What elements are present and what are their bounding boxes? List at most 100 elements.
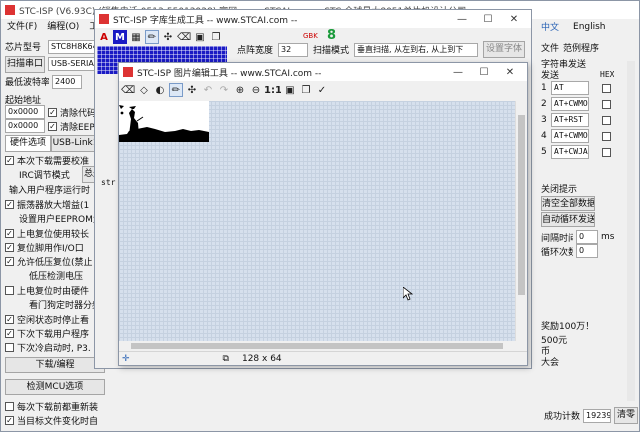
dot-width-select[interactable]: 32 <box>278 42 309 57</box>
reload-before-download-checkbox[interactable] <box>5 402 14 411</box>
vertical-scrollbar[interactable] <box>515 101 527 341</box>
image-tool-window: STC-ISP 图片编辑工具 -- www.STCAI.com -- — ☐ ✕ ⌫… <box>118 62 528 366</box>
success-count-field: 19239 <box>583 408 612 423</box>
zoom-ratio-button[interactable]: 1:1 <box>265 83 281 97</box>
lang-english[interactable]: English <box>573 22 606 32</box>
confirm-icon[interactable]: ✓ <box>315 83 329 97</box>
option-checkbox[interactable]: ✓ <box>5 155 14 165</box>
option-checkbox[interactable]: ✓ <box>5 256 14 266</box>
image-size-label: 128 x 64 <box>241 353 282 364</box>
addr-field-2[interactable]: 0x0000 <box>5 119 45 133</box>
baud-select[interactable]: 2400 <box>52 74 82 89</box>
horizontal-scrollbar[interactable] <box>119 341 515 351</box>
option-label: IRC调节模式 <box>19 171 70 181</box>
hex-checkbox[interactable] <box>602 99 611 109</box>
option-checkbox[interactable]: ✓ <box>5 242 14 252</box>
cmd-field[interactable]: AT+CWMOD <box>551 129 589 143</box>
maximize-icon[interactable]: ☐ <box>475 14 501 25</box>
menu-file[interactable]: 文件(F) <box>7 19 37 32</box>
save-icon[interactable]: ▣ <box>283 83 297 97</box>
lang-chinese[interactable]: 中文 <box>541 20 559 33</box>
rect-select-icon[interactable]: ◇ <box>137 83 151 97</box>
mono-m-icon[interactable]: M <box>113 30 127 44</box>
hex-checkbox[interactable] <box>602 83 611 93</box>
hex-checkbox[interactable] <box>602 131 611 141</box>
copy-icon[interactable]: ❐ <box>299 83 313 97</box>
auto-loop-send-button[interactable]: 自动循环发送 <box>541 212 595 227</box>
gbk-icon[interactable]: GBK <box>303 32 318 40</box>
undo-icon[interactable]: ↶ <box>201 83 215 97</box>
right-scrollbar[interactable] <box>627 61 635 401</box>
clear-count-button[interactable]: 清零 <box>614 407 639 424</box>
image-status-bar: ✛ ⧉ 128 x 64 <box>119 351 527 365</box>
image-thumbnail <box>119 101 209 142</box>
grid-icon[interactable]: ▦ <box>129 30 143 44</box>
font-a-icon[interactable]: A <box>97 30 111 44</box>
mouse-cursor-icon <box>403 287 413 301</box>
option-checkbox[interactable]: ✓ <box>5 228 14 238</box>
tab-examples[interactable]: 范例程序 <box>563 41 599 54</box>
set-font-button[interactable]: 设置字体 <box>483 41 526 58</box>
pencil-icon[interactable]: ✏ <box>169 83 183 97</box>
eraser-icon[interactable]: ⌫ <box>121 83 135 97</box>
option-checkbox[interactable]: ✓ <box>5 199 14 209</box>
eight-icon[interactable]: 8 <box>327 28 336 43</box>
close-tip-label: 关闭提示 <box>541 185 578 195</box>
option-checkbox[interactable]: ✓ <box>5 328 14 338</box>
language-switch: 中文 English <box>541 20 606 34</box>
detect-mcu-button[interactable]: 检测MCU选项 <box>5 379 105 395</box>
hex-checkbox[interactable] <box>602 147 611 157</box>
minimize-icon[interactable]: — <box>445 67 471 78</box>
close-icon[interactable]: ✕ <box>497 67 523 78</box>
cmd-field[interactable]: AT+CWJAP <box>551 145 589 159</box>
loop-count-label: 循环次数 <box>541 247 573 258</box>
move-icon: ✛ <box>122 353 130 364</box>
main-menubar: 文件(F) 编程(O) 工 <box>7 19 98 32</box>
copy-icon[interactable]: ❐ <box>209 30 223 44</box>
hex-checkbox[interactable] <box>602 115 611 125</box>
zoom-in-icon[interactable]: ⊕ <box>233 83 247 97</box>
right-tabs: 文件 范例程序 <box>541 41 599 54</box>
interval-field[interactable]: 0 <box>576 230 598 244</box>
font-options-row: 点阵宽度 32 扫描模式 垂直扫描, 从左到右, 从上到下 设置字体 <box>237 41 526 58</box>
move-icon[interactable]: ✣ <box>185 83 199 97</box>
save-icon[interactable]: ▣ <box>193 30 207 44</box>
loop-count-field[interactable]: 0 <box>576 244 598 258</box>
download-program-button[interactable]: 下载/编程 <box>5 357 105 373</box>
tab-hardware-options[interactable]: 硬件选项 <box>5 135 51 152</box>
eraser-icon[interactable]: ⌫ <box>177 30 191 44</box>
baud-label: 最低波特率 <box>5 78 49 88</box>
cmd-field[interactable]: AT <box>551 81 589 95</box>
option-checkbox[interactable]: ✓ <box>5 314 14 324</box>
send-col-label: 发送 <box>541 71 560 81</box>
tab-file[interactable]: 文件 <box>541 41 559 54</box>
font-tool-titlebar: STC-ISP 字库生成工具 -- www.STCAI.com -- — ☐ ✕ <box>95 10 531 28</box>
fill-icon[interactable]: ◐ <box>153 83 167 97</box>
maximize-icon[interactable]: ☐ <box>471 67 497 78</box>
auto-reload-checkbox[interactable]: ✓ <box>5 416 14 425</box>
font-toolbar: A M ▦ ✏ ✣ ⌫ ▣ ❐ <box>97 28 229 46</box>
pencil-icon[interactable]: ✏ <box>145 30 159 44</box>
reload-label: 每次下载前都重新装 <box>17 403 99 413</box>
close-icon[interactable]: ✕ <box>501 14 527 25</box>
move-icon[interactable]: ✣ <box>161 30 175 44</box>
option-checkbox[interactable] <box>5 342 14 352</box>
vertical-scroll-thumb[interactable] <box>518 115 525 295</box>
zoom-out-icon[interactable]: ⊖ <box>249 83 263 97</box>
app-icon <box>99 14 109 24</box>
clear-eeprom-checkbox[interactable]: ✓ <box>48 121 57 131</box>
minimize-icon[interactable]: — <box>449 14 475 25</box>
menu-program[interactable]: 编程(O) <box>47 19 79 32</box>
redo-icon[interactable]: ↷ <box>217 83 231 97</box>
auto-reload-label: 当目标文件变化时自 <box>17 417 99 427</box>
scan-port-button[interactable]: 扫描串口 <box>5 55 45 73</box>
horizontal-scroll-thumb[interactable] <box>131 343 503 349</box>
clear-code-checkbox[interactable]: ✓ <box>48 107 57 117</box>
clear-all-data-button[interactable]: 清空全部数据 <box>541 196 595 211</box>
addr-field-1[interactable]: 0x0000 <box>5 105 45 119</box>
option-checkbox[interactable] <box>5 285 14 295</box>
cmd-field[interactable]: AT+RST <box>551 113 589 127</box>
image-canvas[interactable] <box>119 101 515 341</box>
cmd-field[interactable]: AT+CWMOD <box>551 97 589 111</box>
scan-mode-select[interactable]: 垂直扫描, 从左到右, 从上到下 <box>354 42 479 57</box>
